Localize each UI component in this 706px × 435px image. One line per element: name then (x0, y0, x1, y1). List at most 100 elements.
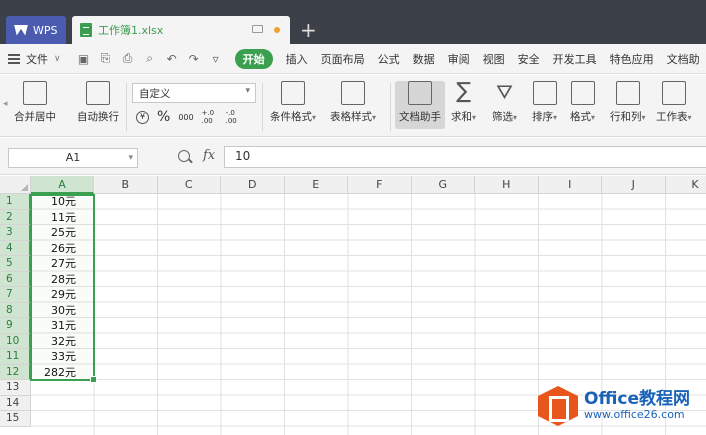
select-all-corner[interactable] (0, 176, 31, 194)
column-header-k[interactable]: K (665, 176, 706, 194)
save-icon[interactable]: ▣ (77, 52, 91, 66)
tab-review[interactable]: 审阅 (448, 51, 470, 67)
merge-center-button[interactable]: 合并居中 (14, 81, 56, 124)
row-col-button[interactable]: 行和列▾ (610, 81, 646, 124)
row-header-1[interactable]: 1 (0, 194, 31, 210)
file-menu[interactable]: 文件 (26, 51, 48, 67)
column-header-f[interactable]: F (348, 176, 412, 194)
row-col-icon (615, 81, 640, 105)
column-header-b[interactable]: B (94, 176, 158, 194)
row-col-label: 行和列 (610, 111, 642, 123)
preview-icon[interactable]: ⌕ (143, 51, 157, 66)
tab-features[interactable]: 特色应用 (610, 51, 654, 67)
wps-tab[interactable]: WPS (6, 16, 66, 44)
export-icon[interactable]: ⎘ (99, 51, 113, 66)
menu-hamburger-icon[interactable] (8, 53, 20, 64)
column-header-j[interactable]: J (602, 176, 666, 194)
divider (262, 83, 263, 131)
doc-assistant-button[interactable]: 文档助手 (395, 81, 445, 129)
tab-security[interactable]: 安全 (518, 51, 540, 67)
sort-icon (532, 81, 557, 105)
worksheet-label: 工作表 (656, 111, 688, 123)
filter-button[interactable]: ⛛ 筛选▾ (492, 81, 517, 124)
sort-label: 排序 (532, 111, 553, 123)
tab-page-layout[interactable]: 页面布局 (321, 51, 365, 67)
sum-button[interactable]: ∑ 求和▾ (451, 81, 476, 124)
filter-label: 筛选 (492, 111, 513, 123)
print-icon[interactable]: ⎙ (121, 51, 135, 66)
new-tab-plus-icon[interactable]: + (300, 16, 317, 44)
quick-access-toolbar: ▣ ⎘ ⎙ ⌕ ↶ ↷ ▿ (77, 51, 223, 66)
tab-formulas[interactable]: 公式 (378, 51, 400, 67)
format-button[interactable]: 格式▾ (570, 81, 595, 124)
tab-insert[interactable]: 插入 (286, 51, 308, 67)
row-header-3[interactable]: 3 (0, 225, 31, 241)
decrease-decimal-button[interactable]: -.0 .00 (226, 109, 242, 125)
row-header-4[interactable]: 4 (0, 240, 31, 256)
column-header-e[interactable]: E (284, 176, 348, 194)
worksheet-icon (661, 81, 686, 105)
tab-data[interactable]: 数据 (413, 51, 435, 67)
column-header-i[interactable]: I (538, 176, 602, 194)
row-header-13[interactable]: 13 (0, 380, 31, 396)
sort-button[interactable]: 排序▾ (532, 81, 557, 124)
worksheet-button[interactable]: 工作表▾ (656, 81, 692, 124)
column-header-c[interactable]: C (157, 176, 221, 194)
sum-label: 求和 (451, 111, 472, 123)
row-header-8[interactable]: 8 (0, 302, 31, 318)
scroll-left-icon[interactable]: ◂ (3, 99, 8, 109)
percent-button[interactable]: % (157, 109, 170, 125)
conditional-format-icon (281, 81, 305, 105)
table-style-button[interactable]: 表格样式▾ (330, 81, 376, 124)
table-style-label: 表格样式 (330, 111, 372, 123)
number-format-select[interactable]: 自定义 (132, 83, 256, 103)
row-header-5[interactable]: 5 (0, 256, 31, 272)
doc-assistant-icon (408, 81, 432, 105)
row-header-12[interactable]: 12 (0, 364, 31, 380)
row-header-6[interactable]: 6 (0, 271, 31, 287)
thousands-button[interactable]: 000 (178, 113, 193, 122)
watermark-title: Office教程网 (584, 388, 691, 409)
currency-icon[interactable]: ¥ (136, 110, 149, 124)
undo-icon[interactable]: ↶ (165, 52, 179, 66)
name-box[interactable]: A1 (8, 148, 138, 168)
wps-tab-label: WPS (33, 23, 58, 37)
wrap-text-button[interactable]: 自动换行 (77, 81, 119, 124)
watermark: Office教程网 www.office26.com (538, 380, 706, 432)
formula-input[interactable]: 10 (224, 146, 706, 168)
row-header-11[interactable]: 11 (0, 349, 31, 365)
monitor-icon[interactable] (252, 25, 263, 33)
chevron-down-icon[interactable]: ∨ (54, 54, 61, 64)
zoom-icon[interactable] (178, 150, 190, 162)
column-header-a[interactable]: A (31, 176, 94, 194)
tab-view[interactable]: 视图 (483, 51, 505, 67)
tab-developer[interactable]: 开发工具 (553, 51, 597, 67)
sigma-icon: ∑ (456, 79, 471, 104)
filter-icon: ⛛ (496, 80, 513, 104)
watermark-url: www.office26.com (584, 408, 685, 422)
wrap-text-label: 自动换行 (77, 111, 119, 123)
row-header-9[interactable]: 9 (0, 318, 31, 334)
menu-bar: 文件 ∨ ▣ ⎘ ⎙ ⌕ ↶ ↷ ▿ 开始 插入 页面布局 公式 数据 审阅 视… (0, 44, 706, 74)
increase-decimal-button[interactable]: +.0 .00 (202, 109, 218, 125)
row-header-15[interactable]: 15 (0, 411, 31, 427)
document-tab[interactable]: 工作簿1.xlsx (72, 16, 290, 44)
row-header-7[interactable]: 7 (0, 287, 31, 303)
redo-icon[interactable]: ↷ (187, 52, 201, 66)
row-header-14[interactable]: 14 (0, 395, 31, 411)
selection-range[interactable] (30, 194, 97, 383)
row-header-2[interactable]: 2 (0, 209, 31, 225)
unsaved-dot-icon (274, 27, 280, 33)
more-icon[interactable]: ▿ (209, 52, 223, 66)
column-header-h[interactable]: H (475, 176, 539, 194)
conditional-format-button[interactable]: 条件格式▾ (270, 81, 316, 124)
spreadsheet-icon (80, 23, 92, 37)
tab-doc-assistant[interactable]: 文档助 (667, 51, 700, 67)
divider (126, 83, 127, 131)
column-header-g[interactable]: G (411, 176, 475, 194)
column-header-d[interactable]: D (221, 176, 285, 194)
row-header-10[interactable]: 10 (0, 333, 31, 349)
tab-start[interactable]: 开始 (234, 48, 273, 69)
format-icon (570, 81, 595, 105)
fx-button[interactable]: fx (203, 148, 215, 163)
